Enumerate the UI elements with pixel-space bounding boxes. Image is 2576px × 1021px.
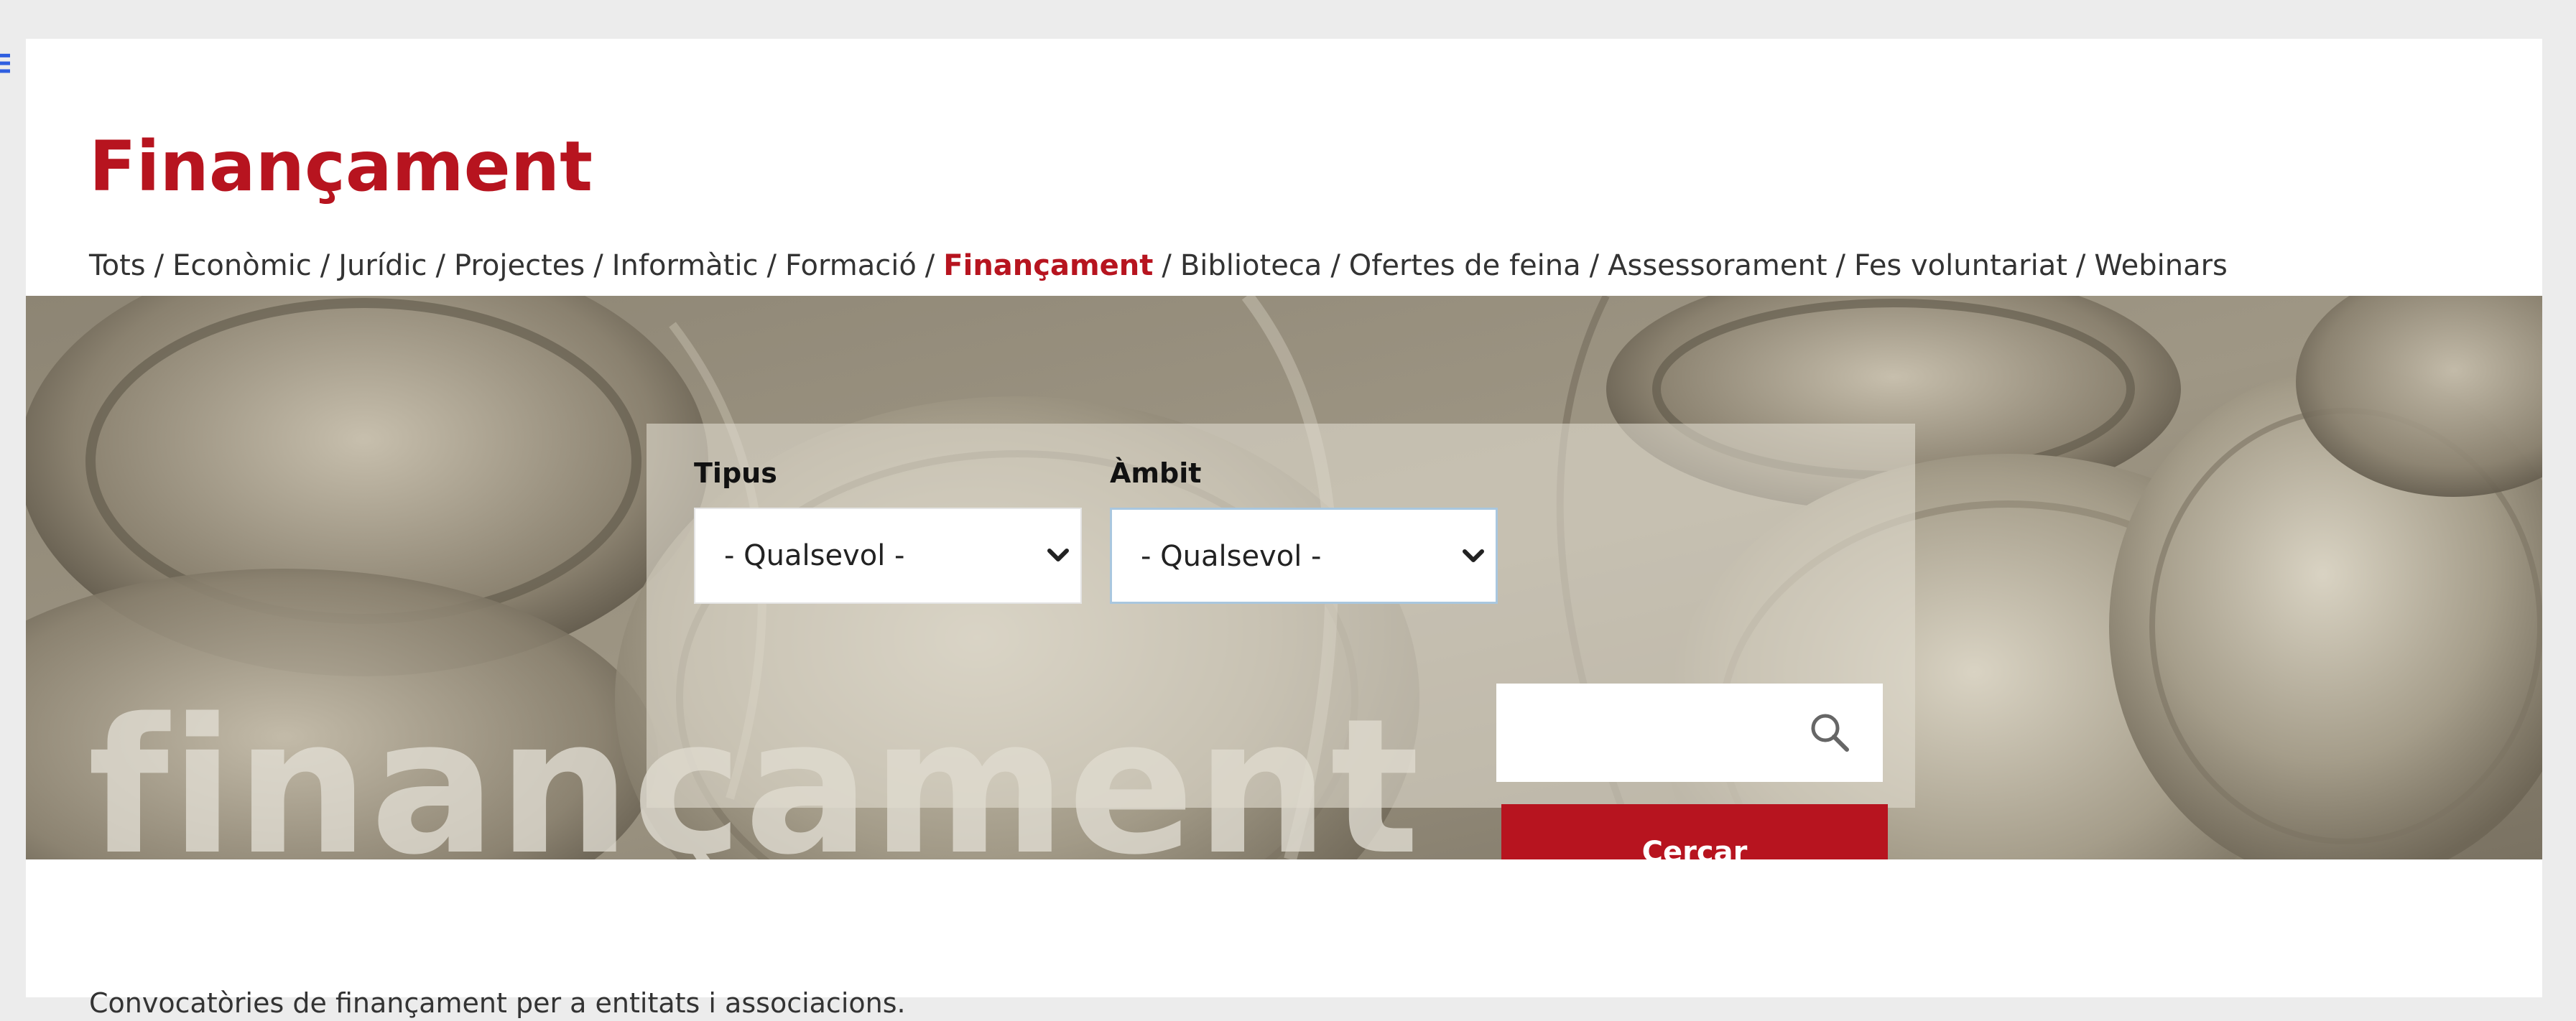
chevron-down-icon xyxy=(1463,549,1484,562)
nav-separator: / xyxy=(1589,249,1600,282)
tipus-select[interactable]: - Qualsevol - xyxy=(694,508,1082,604)
menu-icon[interactable]: ≡ xyxy=(0,37,10,88)
category-link-informatic[interactable]: Informàtic xyxy=(612,249,759,282)
category-link-assessorament[interactable]: Assessorament xyxy=(1608,249,1827,282)
nav-separator: / xyxy=(766,249,777,282)
chevron-down-icon xyxy=(1047,549,1069,561)
nav-separator: / xyxy=(2075,249,2086,282)
page-title: Finançament xyxy=(89,126,593,207)
category-link-tots[interactable]: Tots xyxy=(89,249,146,282)
ambit-select-value: - Qualsevol - xyxy=(1141,540,1322,573)
hero-banner: finançament Tipus - Qualsevol - Àmbit - … xyxy=(26,296,2542,859)
category-link-fes-voluntariat[interactable]: Fes voluntariat xyxy=(1854,249,2067,282)
page-description: Convocatòries de finançament per a entit… xyxy=(89,987,906,1019)
category-link-projectes[interactable]: Projectes xyxy=(454,249,585,282)
category-link-juridic[interactable]: Jurídic xyxy=(338,249,427,282)
nav-separator: / xyxy=(1835,249,1845,282)
content-card: Finançament Tots / Econòmic / Jurídic / Projec… xyxy=(26,39,2542,1019)
category-link-biblioteca[interactable]: Biblioteca xyxy=(1180,249,1322,282)
tipus-select-value: - Qualsevol - xyxy=(724,539,905,572)
category-link-formacio[interactable]: Formació xyxy=(785,249,917,282)
nav-separator: / xyxy=(435,249,445,282)
nav-separator: / xyxy=(593,249,603,282)
ambit-select[interactable]: - Qualsevol - xyxy=(1110,508,1498,604)
search-icon[interactable] xyxy=(1808,711,1851,754)
nav-separator: / xyxy=(1330,249,1340,282)
search-input[interactable] xyxy=(1496,684,1805,782)
category-link-economic[interactable]: Econòmic xyxy=(172,249,312,282)
search-field xyxy=(1496,684,1883,782)
ambit-label: Àmbit xyxy=(1110,457,1202,489)
category-nav: Tots / Econòmic / Jurídic / Projectes / Informàt… xyxy=(89,244,2228,287)
search-submit-button[interactable]: Cercar xyxy=(1501,804,1888,859)
category-link-ofertes-de-feina[interactable]: Ofertes de feina xyxy=(1349,249,1581,282)
filter-panel: Tipus - Qualsevol - Àmbit - Qualsevol - xyxy=(647,424,1915,859)
tipus-label: Tipus xyxy=(694,457,777,489)
category-link-financament[interactable]: Finançament xyxy=(943,249,1153,282)
nav-separator: / xyxy=(320,249,330,282)
nav-separator: / xyxy=(925,249,935,282)
nav-separator: / xyxy=(154,249,165,282)
nav-separator: / xyxy=(1162,249,1172,282)
category-link-webinars[interactable]: Webinars xyxy=(2094,249,2227,282)
